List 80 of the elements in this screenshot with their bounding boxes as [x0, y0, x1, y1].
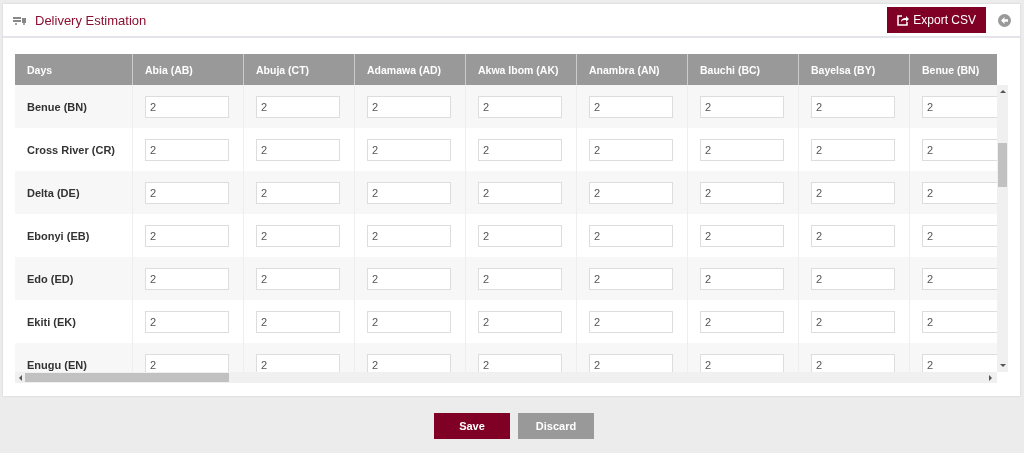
column-header: Bauchi (BC): [700, 63, 761, 76]
input-field[interactable]: 2: [256, 224, 340, 247]
column-header: Anambra (AN): [589, 63, 660, 76]
input-field[interactable]: 2: [922, 181, 997, 204]
input-field[interactable]: 2: [811, 138, 895, 161]
input-field[interactable]: 2: [145, 181, 229, 204]
input-field[interactable]: 2: [256, 267, 340, 290]
row-label: Ebonyi (EB): [27, 229, 90, 242]
input-field[interactable]: 2: [700, 181, 784, 204]
input-field[interactable]: 2: [367, 224, 451, 247]
input-field[interactable]: 2: [922, 353, 997, 372]
input-field[interactable]: 2: [478, 224, 562, 247]
input-field[interactable]: 2: [145, 310, 229, 333]
input-field[interactable]: 2: [589, 224, 673, 247]
input-field[interactable]: 2: [922, 310, 997, 333]
input-field[interactable]: 2: [589, 267, 673, 290]
row-label: Benue (BN): [27, 100, 87, 113]
input-field[interactable]: 2: [256, 181, 340, 204]
input-field[interactable]: 2: [589, 310, 673, 333]
input-field[interactable]: 2: [478, 95, 562, 118]
input-field[interactable]: 2: [367, 95, 451, 118]
input-field[interactable]: 2: [367, 267, 451, 290]
row-label: Ekiti (EK): [27, 315, 76, 328]
input-field[interactable]: 2: [811, 95, 895, 118]
input-field[interactable]: 2: [700, 353, 784, 372]
input-field[interactable]: 2: [589, 95, 673, 118]
input-field[interactable]: 2: [145, 224, 229, 247]
input-field[interactable]: 2: [700, 310, 784, 333]
page-title: Delivery Estimation: [35, 12, 147, 28]
save-button[interactable]: Save: [434, 413, 510, 439]
export-icon: [897, 14, 910, 26]
row-label: Enugu (EN): [27, 358, 87, 371]
truck-icon: [13, 15, 27, 25]
column-header: Adamawa (AD): [367, 63, 442, 76]
row-label: Cross River (CR): [27, 143, 116, 156]
input-field[interactable]: 2: [811, 181, 895, 204]
input-field[interactable]: 2: [811, 353, 895, 372]
column-header: Abia (AB): [145, 63, 193, 76]
export-csv-button[interactable]: Export CSV: [887, 7, 986, 33]
input-field[interactable]: 2: [367, 181, 451, 204]
input-field[interactable]: 2: [478, 181, 562, 204]
input-field[interactable]: 2: [700, 95, 784, 118]
input-field[interactable]: 2: [478, 138, 562, 161]
back-icon[interactable]: [998, 13, 1011, 27]
input-field[interactable]: 2: [256, 310, 340, 333]
input-field[interactable]: 2: [145, 138, 229, 161]
input-field[interactable]: 2: [700, 138, 784, 161]
input-field[interactable]: 2: [811, 310, 895, 333]
input-field[interactable]: 2: [145, 353, 229, 372]
column-header: Akwa Ibom (AK): [478, 63, 559, 76]
input-field[interactable]: 2: [367, 310, 451, 333]
input-field[interactable]: 2: [589, 138, 673, 161]
input-field[interactable]: 2: [811, 267, 895, 290]
column-header: Bayelsa (BY): [811, 63, 876, 76]
input-field[interactable]: 2: [478, 310, 562, 333]
input-field[interactable]: 2: [256, 95, 340, 118]
input-field[interactable]: 2: [700, 224, 784, 247]
horizontal-scrollbar[interactable]: [15, 372, 997, 383]
input-field[interactable]: 2: [367, 353, 451, 372]
column-header: Days: [27, 63, 53, 76]
input-field[interactable]: 2: [700, 267, 784, 290]
input-field[interactable]: 2: [478, 267, 562, 290]
column-header: Benue (BN): [922, 63, 980, 76]
vertical-scrollbar[interactable]: [997, 85, 1008, 372]
input-field[interactable]: 2: [145, 267, 229, 290]
input-field[interactable]: 2: [922, 138, 997, 161]
input-field[interactable]: 2: [922, 224, 997, 247]
input-field[interactable]: 2: [811, 224, 895, 247]
input-field[interactable]: 2: [922, 267, 997, 290]
row-label: Delta (DE): [27, 186, 80, 199]
input-field[interactable]: 2: [256, 353, 340, 372]
input-field[interactable]: 2: [589, 353, 673, 372]
input-field[interactable]: 2: [256, 138, 340, 161]
row-label: Edo (ED): [27, 272, 74, 285]
input-field[interactable]: 2: [478, 353, 562, 372]
column-header: Abuja (CT): [256, 63, 310, 76]
input-field[interactable]: 2: [145, 95, 229, 118]
input-field[interactable]: 2: [367, 138, 451, 161]
input-field[interactable]: 2: [589, 181, 673, 204]
input-field[interactable]: 2: [922, 95, 997, 118]
